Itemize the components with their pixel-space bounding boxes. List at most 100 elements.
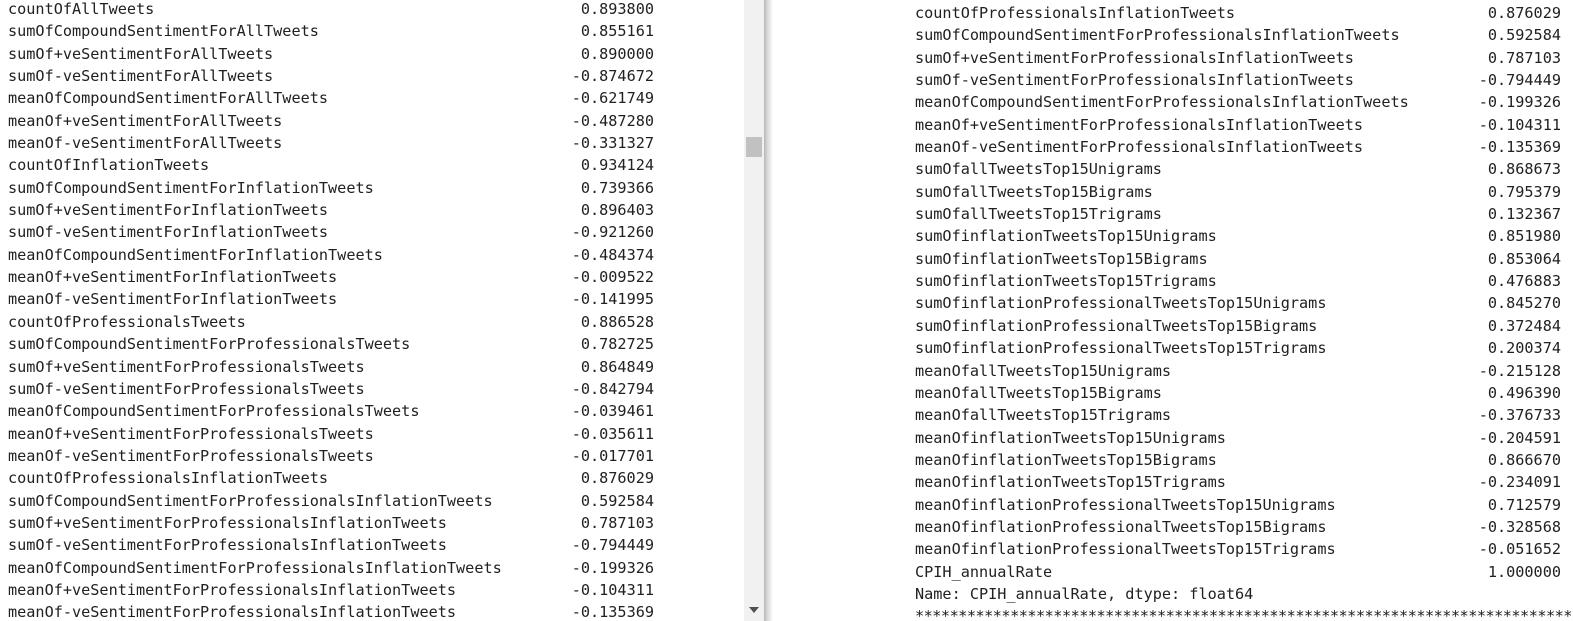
series-name-line: Name: CPIH_annualRate, dtype: float64 — [773, 583, 1573, 605]
output-row: meanOfCompoundSentimentForProfessionalsI… — [773, 91, 1573, 113]
right-output-rows: countOfProfessionalsInflationTweets 0.876… — [773, 2, 1573, 621]
right-output-pane: countOfProfessionalsInflationTweets 0.876… — [773, 0, 1573, 621]
output-row: sumOfinflationTweetsTop15Unigrams 0.85198… — [773, 225, 1573, 247]
output-row: sumOfCompoundSentimentForProfessionalsIn… — [773, 24, 1573, 46]
output-row: sumOfallTweetsTop15Unigrams 0.868673 — [773, 158, 1573, 180]
row-label: sumOf-veSentimentForAllTweets — [8, 67, 274, 86]
row-value: 0.876029 — [580, 469, 654, 488]
output-row: meanOfinflationProfessionalTweetsTop15Tr… — [773, 538, 1573, 560]
output-row: meanOf-veSentimentForAllTweets -0.331327 — [0, 132, 744, 154]
left-output-rows: countOfAllTweets 0.893800 sumOfCompoundSen… — [0, 0, 744, 621]
row-label: meanOf+veSentimentForAllTweets — [8, 111, 283, 130]
row-value: 0.787103 — [580, 513, 654, 532]
output-row: meanOfallTweetsTop15Trigrams -0.376733 — [773, 404, 1573, 426]
separator-line: ****************************************… — [773, 605, 1573, 621]
row-value: 0.712579 — [1487, 495, 1561, 514]
row-value: -0.204591 — [1478, 428, 1561, 447]
row-value: 0.795379 — [1487, 182, 1561, 201]
row-label: meanOfinflationTweetsTop15Trigrams — [915, 473, 1226, 492]
output-row: meanOf+veSentimentForProfessionalsInflat… — [0, 579, 744, 601]
row-label: countOfAllTweets — [8, 0, 155, 18]
output-row: meanOfinflationProfessionalTweetsTop15Bi… — [773, 516, 1573, 538]
scrollbar-thumb[interactable] — [746, 137, 762, 157]
row-label: countOfProfessionalsInflationTweets — [915, 4, 1236, 22]
row-value: -0.621749 — [571, 89, 654, 108]
row-value: -0.487280 — [571, 111, 654, 130]
row-label: sumOfCompoundSentimentForProfessionalsIn… — [915, 26, 1400, 45]
row-value: -0.794449 — [1478, 71, 1561, 90]
row-label: meanOf+veSentimentForProfessionalsTweets — [8, 424, 374, 443]
row-label: meanOfCompoundSentimentForAllTweets — [8, 89, 329, 108]
row-label: meanOf-veSentimentForProfessionalsInflat… — [8, 603, 457, 621]
row-label: sumOfCompoundSentimentForProfessionalsTw… — [8, 335, 411, 354]
row-value: 0.866670 — [1487, 450, 1561, 469]
row-label: meanOf-veSentimentForAllTweets — [8, 134, 283, 153]
row-value: 0.855161 — [580, 22, 654, 41]
output-row: meanOfinflationTweetsTop15Trigrams -0.234… — [773, 471, 1573, 493]
output-row: sumOf+veSentimentForProfessionalsInflati… — [0, 512, 744, 534]
row-value: -0.794449 — [571, 536, 654, 555]
row-label: sumOfallTweetsTop15Bigrams — [915, 182, 1153, 201]
row-label: meanOf+veSentimentForInflationTweets — [8, 268, 338, 287]
row-value: -0.035611 — [571, 424, 654, 443]
output-row: sumOfinflationProfessionalTweetsTop15Big… — [773, 315, 1573, 337]
vertical-scrollbar[interactable] — [744, 0, 764, 621]
row-value: -0.921260 — [571, 223, 654, 242]
output-row: meanOf+veSentimentForAllTweets -0.487280 — [0, 110, 744, 132]
pane-divider[interactable] — [764, 0, 773, 621]
row-label: sumOf+veSentimentForInflationTweets — [8, 201, 329, 220]
output-row: sumOfinflationProfessionalTweetsTop15Uni… — [773, 292, 1573, 314]
row-value: 0.476883 — [1487, 272, 1561, 291]
output-row: sumOfCompoundSentimentForInflationTweets… — [0, 177, 744, 199]
row-label: sumOfinflationProfessionalTweetsTop15Tri… — [915, 339, 1327, 358]
row-value: 0.934124 — [580, 156, 654, 175]
row-value: 0.886528 — [580, 312, 654, 331]
output-row: countOfProfessionalsTweets 0.886528 — [0, 311, 744, 333]
row-label: meanOfinflationProfessionalTweetsTop15Un… — [915, 495, 1336, 514]
output-row: sumOf+veSentimentForProfessionalsTweets 0… — [0, 356, 744, 378]
row-value: -0.331327 — [571, 134, 654, 153]
row-value: -0.234091 — [1478, 473, 1561, 492]
output-row: sumOf+veSentimentForInflationTweets 0.896… — [0, 199, 744, 221]
row-value: 0.592584 — [580, 491, 654, 510]
row-label: sumOfallTweetsTop15Trigrams — [915, 205, 1162, 224]
dtype-text: Name: CPIH_annualRate, dtype: float64 — [915, 584, 1254, 603]
row-label: meanOf+veSentimentForProfessionalsInflat… — [915, 115, 1364, 134]
row-value: -0.874672 — [571, 67, 654, 86]
output-row: meanOfCompoundSentimentForProfessionalsT… — [0, 400, 744, 422]
row-label: meanOfCompoundSentimentForProfessionalsI… — [915, 93, 1409, 112]
output-row: sumOfCompoundSentimentForProfessionalsIn… — [0, 490, 744, 512]
output-row: sumOf-veSentimentForProfessionalsInflati… — [0, 534, 744, 556]
output-row: meanOf-veSentimentForInflationTweets -0.1… — [0, 288, 744, 310]
row-value: -0.199326 — [571, 558, 654, 577]
output-row: meanOf-veSentimentForProfessionalsTweets… — [0, 445, 744, 467]
row-value: -0.328568 — [1478, 517, 1561, 536]
row-label: meanOfCompoundSentimentForInflationTweet… — [8, 245, 383, 264]
row-label: sumOf+veSentimentForProfessionalsInflati… — [8, 513, 447, 532]
row-label: countOfProfessionalsInflationTweets — [8, 469, 329, 488]
output-row: meanOfCompoundSentimentForProfessionalsI… — [0, 557, 744, 579]
row-label: sumOf+veSentimentForProfessionalsTweets — [8, 357, 365, 376]
output-row: sumOf-veSentimentForProfessionalsInflati… — [773, 69, 1573, 91]
output-row: sumOfCompoundSentimentForProfessionalsTw… — [0, 333, 744, 355]
row-label: meanOfinflationTweetsTop15Unigrams — [915, 428, 1226, 447]
row-value: 0.868673 — [1487, 160, 1561, 179]
row-value: -0.135369 — [1478, 138, 1561, 157]
row-label: meanOfallTweetsTop15Trigrams — [915, 406, 1172, 425]
row-label: meanOfallTweetsTop15Unigrams — [915, 361, 1172, 380]
row-value: 0.372484 — [1487, 316, 1561, 335]
row-value: -0.484374 — [571, 245, 654, 264]
row-label: sumOf+veSentimentForProfessionalsInflati… — [915, 48, 1354, 67]
row-label: countOfProfessionalsTweets — [8, 312, 246, 331]
row-value: 0.845270 — [1487, 294, 1561, 313]
row-value: -0.215128 — [1478, 361, 1561, 380]
output-row: sumOfinflationTweetsTop15Bigrams 0.853064 — [773, 248, 1573, 270]
output-row: sumOfallTweetsTop15Trigrams 0.132367 — [773, 203, 1573, 225]
row-value: 0.200374 — [1487, 339, 1561, 358]
row-value: 0.132367 — [1487, 205, 1561, 224]
row-value: 0.876029 — [1487, 4, 1561, 22]
chevron-down-icon[interactable] — [749, 607, 759, 613]
row-label: sumOf-veSentimentForProfessionalsTweets — [8, 379, 365, 398]
output-row: CPIH_annualRate 1.000000 — [773, 561, 1573, 583]
row-value: 0.496390 — [1487, 383, 1561, 402]
